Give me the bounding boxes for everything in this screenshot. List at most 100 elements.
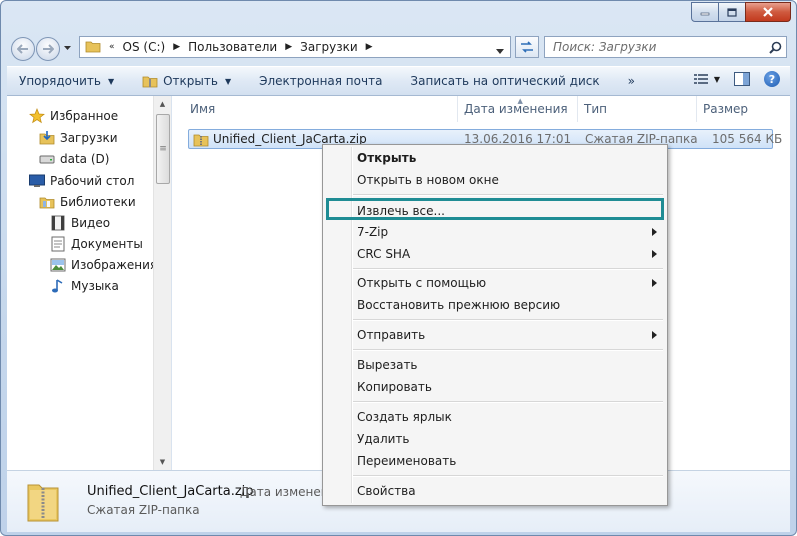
- nav-scrollbar[interactable]: ▲ ≡ ▼: [153, 96, 171, 470]
- menu-item-rename[interactable]: Переименовать: [357, 451, 661, 471]
- breadcrumb-arrow-icon[interactable]: ▶: [362, 42, 377, 52]
- address-bar[interactable]: « OS (C:) ▶ Пользователи ▶ Загрузки ▶: [79, 36, 511, 58]
- menu-separator: [353, 475, 663, 477]
- details-file-type: Сжатая ZIP-папка: [87, 503, 200, 517]
- organize-label: Упорядочить: [19, 74, 101, 88]
- column-type-label: Тип: [584, 102, 607, 116]
- nav-video[interactable]: Видео: [50, 215, 110, 231]
- column-header-date[interactable]: ▲ Дата изменения: [458, 96, 578, 122]
- nav-music[interactable]: Музыка: [50, 278, 119, 294]
- pictures-library-icon: [50, 257, 66, 273]
- nav-libraries[interactable]: Библиотеки: [39, 194, 136, 210]
- nav-label: Библиотеки: [60, 195, 136, 209]
- preview-pane-button[interactable]: [734, 72, 750, 86]
- open-label: Открыть: [163, 74, 218, 88]
- help-button[interactable]: ?: [764, 71, 780, 87]
- breadcrumb-downloads[interactable]: Загрузки: [296, 40, 362, 54]
- menu-item-label: Восстановить прежнюю версию: [357, 298, 561, 312]
- breadcrumb-arrow-icon[interactable]: ▶: [169, 42, 184, 52]
- submenu-arrow-icon: [652, 228, 657, 236]
- menu-item-7zip[interactable]: 7-Zip: [357, 222, 661, 242]
- nav-label: Изображения: [71, 258, 158, 272]
- caption-buttons: [691, 2, 791, 22]
- menu-item-label: Удалить: [357, 432, 410, 446]
- scroll-down-arrow-icon[interactable]: ▼: [154, 454, 171, 470]
- column-header-size[interactable]: Размер: [697, 96, 777, 122]
- extract-all-highlight-frame: [326, 198, 664, 220]
- nav-desktop[interactable]: Рабочий стол: [29, 173, 134, 189]
- maximize-button[interactable]: [718, 2, 746, 22]
- menu-item-properties[interactable]: Свойства: [357, 481, 661, 501]
- libraries-icon: [39, 194, 55, 210]
- more-label: »: [627, 74, 635, 88]
- open-menu[interactable]: Открыть ▼: [142, 74, 231, 88]
- burn-label: Записать на оптический диск: [410, 74, 600, 88]
- nav-label: Музыка: [71, 279, 119, 293]
- menu-separator: [353, 349, 663, 351]
- refresh-icon: [521, 41, 533, 53]
- minimize-button[interactable]: [691, 2, 719, 22]
- column-header-type[interactable]: Тип: [578, 96, 697, 122]
- nav-downloads[interactable]: Загрузки: [39, 130, 118, 146]
- music-library-icon: [50, 278, 66, 294]
- breadcrumb-drive[interactable]: OS (C:): [119, 40, 170, 54]
- menu-item-open[interactable]: Открыть: [357, 148, 661, 168]
- nav-favorites[interactable]: Избранное: [29, 108, 118, 124]
- column-name-label: Имя: [190, 102, 216, 116]
- burn-disc-button[interactable]: Записать на оптический диск: [410, 74, 599, 88]
- address-dropdown[interactable]: [496, 43, 504, 57]
- nav-label: Избранное: [50, 109, 119, 123]
- breadcrumb-overflow-icon[interactable]: «: [105, 42, 119, 52]
- nav-label: Видео: [71, 216, 111, 230]
- recent-pages-dropdown[interactable]: [61, 37, 73, 59]
- nav-images[interactable]: Изображения: [50, 257, 157, 273]
- maximize-icon: [727, 7, 737, 17]
- zip-folder-icon: [142, 76, 158, 88]
- file-size: 105 564 КБ: [712, 132, 783, 146]
- menu-item-delete[interactable]: Удалить: [357, 429, 661, 449]
- organize-menu[interactable]: Упорядочить ▼: [19, 74, 114, 88]
- list-view-icon: [693, 74, 708, 84]
- nav-label: Документы: [71, 237, 143, 251]
- view-options-button[interactable]: ▼: [693, 73, 720, 85]
- folder-icon: [85, 39, 101, 56]
- breadcrumb-users[interactable]: Пользователи: [184, 40, 281, 54]
- more-commands-button[interactable]: »: [628, 74, 635, 88]
- menu-item-create-shortcut[interactable]: Создать ярлык: [357, 407, 661, 427]
- chevron-down-icon: [496, 49, 504, 54]
- nav-documents[interactable]: Документы: [50, 236, 143, 252]
- nav-data-drive[interactable]: data (D): [39, 151, 109, 167]
- email-button[interactable]: Электронная почта: [259, 74, 382, 88]
- column-header-name[interactable]: Имя: [184, 96, 458, 122]
- forward-button[interactable]: [36, 37, 60, 61]
- search-icon[interactable]: [769, 41, 782, 54]
- nav-label: Рабочий стол: [50, 174, 135, 188]
- close-button[interactable]: [745, 2, 791, 22]
- back-button[interactable]: [11, 37, 35, 61]
- menu-item-open-with[interactable]: Открыть с помощью: [357, 273, 661, 293]
- menu-item-open-new-window[interactable]: Открыть в новом окне: [357, 170, 661, 190]
- preview-pane-icon: [734, 72, 750, 86]
- menu-item-cut[interactable]: Вырезать: [357, 355, 661, 375]
- menu-item-copy[interactable]: Копировать: [357, 377, 661, 397]
- menu-separator: [353, 319, 663, 321]
- menu-item-label: Переименовать: [357, 454, 457, 468]
- menu-item-label: Вырезать: [357, 358, 418, 372]
- refresh-button[interactable]: [515, 36, 539, 58]
- documents-library-icon: [50, 236, 66, 252]
- menu-item-label: Открыть в новом окне: [357, 173, 499, 187]
- star-icon: [29, 108, 45, 124]
- email-label: Электронная почта: [259, 74, 383, 88]
- navigation-pane: Избранное Загрузки data (D) Рабочий стол…: [7, 96, 172, 470]
- menu-item-crc-sha[interactable]: CRC SHA: [357, 244, 661, 264]
- scroll-up-arrow-icon[interactable]: ▲: [154, 96, 171, 112]
- help-icon: ?: [764, 71, 780, 87]
- menu-item-send-to[interactable]: Отправить: [357, 325, 661, 345]
- chevron-down-icon: ▼: [713, 74, 720, 84]
- menu-item-restore-version[interactable]: Восстановить прежнюю версию: [357, 295, 661, 315]
- menu-item-label: CRC SHA: [357, 247, 411, 261]
- scrollbar-thumb[interactable]: ≡: [156, 114, 170, 184]
- downloads-folder-icon: [39, 130, 55, 146]
- breadcrumb-arrow-icon[interactable]: ▶: [281, 42, 296, 52]
- search-box[interactable]: Поиск: Загрузки: [544, 36, 787, 58]
